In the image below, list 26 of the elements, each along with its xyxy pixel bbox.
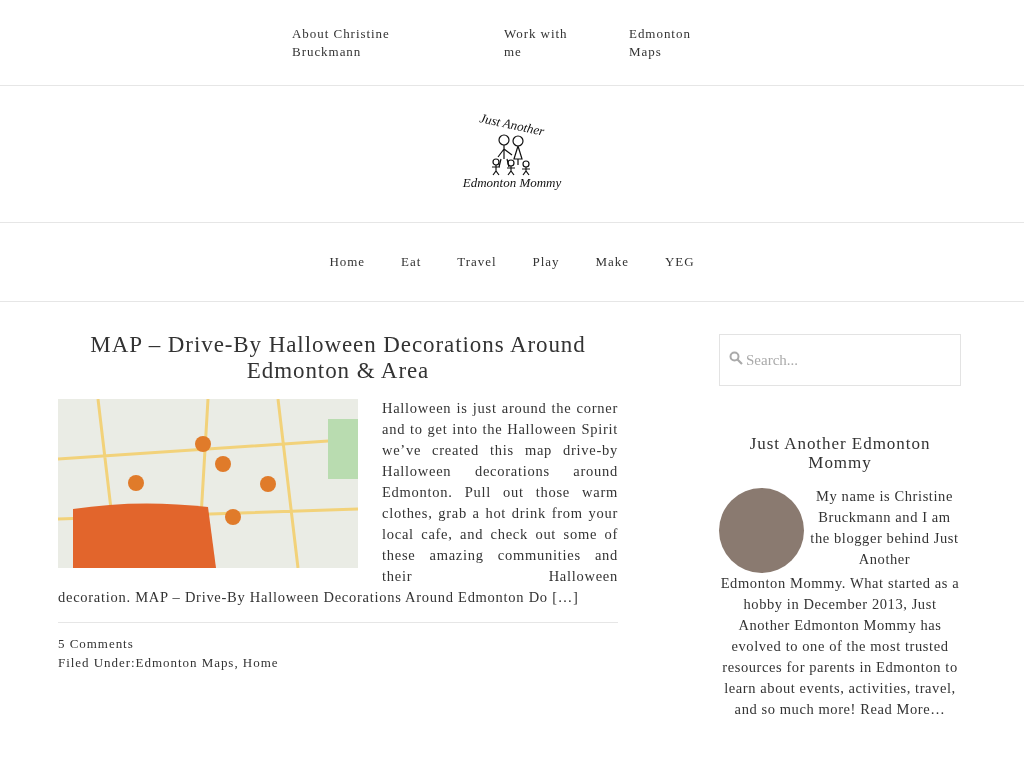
map-placeholder[interactable]: [58, 399, 358, 568]
separator: ,: [234, 655, 239, 670]
main-nav-link[interactable]: Home: [329, 254, 366, 270]
search-icon: [729, 351, 743, 365]
post-excerpt: Halloween is just around the corner and to get into the Halloween Spirit we’ve created this map drive-by Halloween decorations around Edmonton. Pull out those warm clothes, grab a hot drink from your local cafe, and check out some of these amazing communities and their Halloween: [382, 399, 618, 586]
top-nav-link[interactable]: About Christine Bruckmann: [292, 25, 437, 85]
post-excerpt: decoration. MAP – Drive-By Halloween Decorations Around Edmonton Do […]: [58, 588, 580, 607]
widget-title: Just Another Edmonton Mommy: [748, 434, 932, 472]
top-nav-link[interactable]: Edmonton Maps: [629, 25, 704, 85]
comments-link[interactable]: 5 Comments: [58, 636, 134, 651]
main-nav-link[interactable]: Travel: [457, 254, 497, 270]
post-title[interactable]: MAP – Drive-By Halloween Decorations Around Edmonton & Area: [58, 332, 618, 384]
search-field[interactable]: Search...: [719, 334, 961, 386]
read-more-link[interactable]: Read More…: [860, 701, 946, 717]
main-nav-link[interactable]: Play: [532, 254, 560, 270]
filed-under-label: Filed Under:: [58, 655, 136, 670]
top-nav-link[interactable]: Work with me: [504, 25, 589, 85]
logo-text: Edmonton Mommy: [462, 176, 562, 190]
category-link[interactable]: Edmonton Maps: [135, 655, 235, 670]
bio-text: Edmonton Mommy. What started as a hobby in December 2013, Just Another Edmonton Mommy has evolved to one of the most trusted resources for parents in Edmonton to learn about events, activities, travel, and so much more! Read More…: [719, 574, 961, 719]
main-nav-link[interactable]: Eat: [401, 254, 422, 270]
bio-text: My name is Christine Bruckmann and I am the blogger behind Just Another: [809, 487, 960, 569]
main-nav-link[interactable]: YEG: [664, 254, 695, 270]
category-link[interactable]: Home: [242, 655, 279, 670]
logo-text: Just Another: [478, 111, 546, 139]
main-nav-link[interactable]: Make: [595, 254, 629, 270]
